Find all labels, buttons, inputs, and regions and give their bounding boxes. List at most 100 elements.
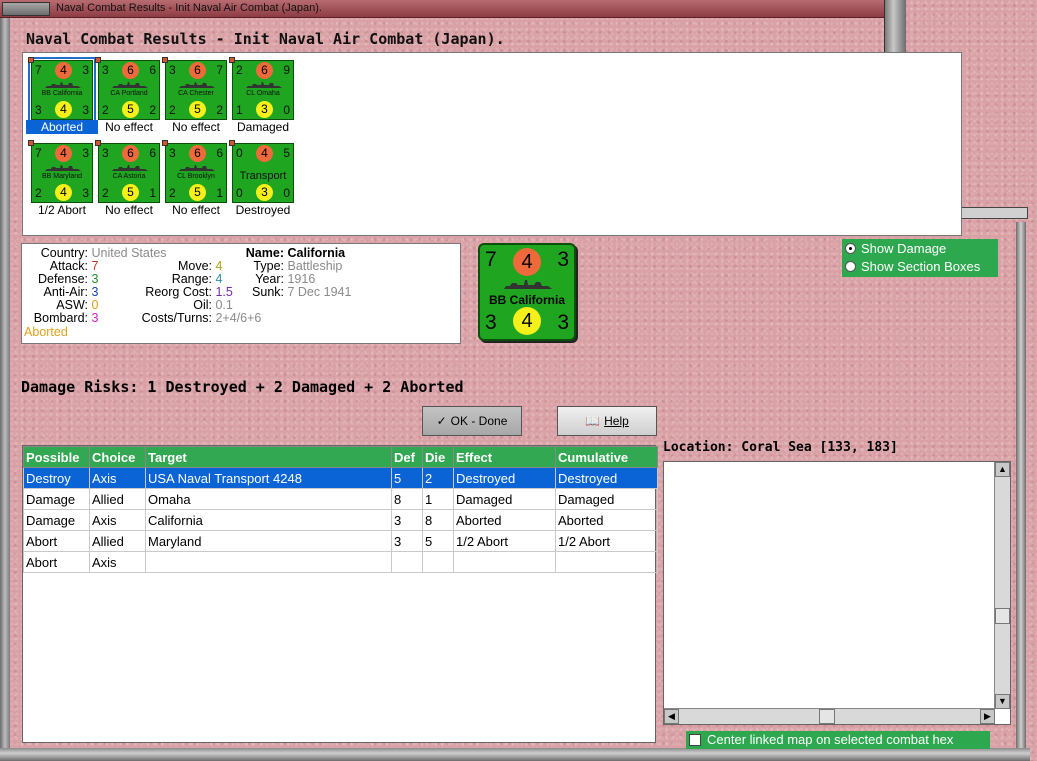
counter-marker [95,140,101,146]
counter-defense-circle: 6 [256,62,273,79]
show-section-boxes-label: Show Section Boxes [861,259,981,274]
table-row[interactable]: Abort Axis [23,551,658,573]
unit-counter[interactable]: 3 6 6 CA Portland 2 5 2 [95,57,160,120]
counter-marker [162,140,168,146]
unit-counter[interactable]: 7 4 3 BB Maryland 2 4 3 [28,140,93,203]
counter-defense-circle: 4 [513,248,541,276]
show-section-boxes-radio[interactable]: Show Section Boxes [845,259,980,274]
ok-done-button[interactable]: ✓ OK - Done [422,406,522,436]
counter-defense-circle: 4 [256,145,273,162]
counter-unit-name: BB California [41,90,83,97]
counter-antiair: 3 [82,63,89,77]
checkbox-icon [689,734,701,746]
unit-counter[interactable]: 3 6 7 CA Chester 2 5 2 [162,57,227,120]
center-linked-map-checkbox[interactable]: Center linked map on selected combat hex [686,731,990,749]
show-damage-radio[interactable]: Show Damage [845,241,946,256]
table-cell: 8 [391,488,423,510]
title-bar: Naval Combat Results - Init Naval Air Co… [0,0,884,18]
table-cell: Maryland [145,530,392,552]
counter-unit-name: BB California [488,293,565,307]
column-header[interactable]: Target [145,446,392,468]
empty-cell [24,636,658,657]
scroll-right-icon[interactable]: ▶ [980,709,995,724]
counter-marker [95,57,101,63]
sunk-value: 7 Dec 1941 [287,285,352,299]
counter-bombard: 3 [35,103,42,117]
counter-bombard: 2 [169,186,176,200]
window-title: Naval Combat Results - Init Naval Air Co… [56,2,322,14]
sunk-label: Sunk: [252,285,284,299]
table-cell [391,551,423,573]
counter-range: 1 [149,186,156,200]
table-cell: Destroyed [555,467,658,489]
table-row[interactable]: Damage Allied Omaha 8 1 Damaged Damaged [23,488,658,510]
ship-icon [112,165,148,171]
counter-range: 0 [283,103,290,117]
counter-bombard: 2 [102,186,109,200]
ship-icon [45,165,81,171]
counter-bombard: 2 [35,186,42,200]
table-cell: Aborted [453,509,556,531]
table-row[interactable]: Abort Allied Maryland 3 5 1/2 Abort 1/2 Abort [23,530,658,552]
column-header[interactable]: Effect [453,446,556,468]
help-button[interactable]: 📖 Help [557,406,657,436]
column-header[interactable]: Def [391,446,423,468]
vertical-scrollbar[interactable]: ▲ ▼ [994,462,1010,709]
empty-cell [24,699,658,720]
horizontal-scrollbar[interactable]: ◀ ▶ [664,708,995,724]
counter-result-label: 1/2 Abort [37,203,87,217]
counter-unit-name: Transport [239,170,287,182]
column-header[interactable]: Cumulative [555,446,658,468]
table-cell: 3 [391,509,423,531]
table-cell: Destroyed [453,467,556,489]
counter-marker [162,57,168,63]
horizontal-scroll-thumb[interactable] [819,709,835,724]
scroll-down-icon[interactable]: ▼ [995,694,1010,709]
oil-value: 0.1 [215,298,233,312]
table-cell [453,551,556,573]
ok-done-label: OK - Done [450,414,508,428]
ship-icon [179,82,215,88]
counter-defense-circle: 6 [122,145,139,162]
counter-defense-circle: 4 [55,145,72,162]
table-row[interactable]: Destroy Axis USA Naval Transport 4248 5 2 Des… [23,467,658,489]
table-row[interactable]: Damage Axis California 3 8 Aborted Aborted [23,509,658,531]
bombard-label: Bombard: [33,311,88,325]
display-options: Show Damage Show Section Boxes [842,239,998,277]
counter-bombard: 0 [236,186,243,200]
counter-antiair: 6 [149,63,156,77]
costs-value: 2+4/6+6 [215,311,262,325]
unit-counter[interactable]: 2 6 9 CL Omaha 1 3 0 [229,57,294,120]
column-header[interactable]: Choice [89,446,146,468]
system-menu-button[interactable] [2,2,50,16]
table-cell: Abort [23,530,90,552]
vertical-scroll-thumb[interactable] [995,608,1010,624]
counter-move-circle: 5 [122,184,139,201]
counter-antiair: 9 [283,63,290,77]
empty-cell [24,615,658,636]
unit-counter[interactable]: 0 4 5 Transport 0 3 0 [229,140,294,203]
column-header[interactable]: Possible [23,446,90,468]
unit-counter[interactable]: 3 6 6 CL Brooklyn 2 5 1 [162,140,227,203]
column-header[interactable]: Die [422,446,454,468]
counter-move-circle: 4 [513,307,541,335]
empty-cell [24,678,658,699]
counter-move-circle: 5 [189,184,206,201]
empty-cell [24,657,658,678]
counter-antiair: 3 [557,248,569,271]
location-map-panel[interactable]: ▲ ▼ ◀ ▶ [663,461,1011,725]
ship-icon [179,165,215,171]
empty-cell [24,720,658,741]
scroll-up-icon[interactable]: ▲ [995,462,1010,477]
counter-result-label: No effect [105,203,153,217]
unit-counter[interactable]: 7 4 3 BB California 3 4 3 [28,57,96,123]
unit-counter[interactable]: 3 6 6 CA Astoria 2 5 1 [95,140,160,203]
scroll-left-icon[interactable]: ◀ [664,709,679,724]
counter-unit-name: CA Portland [110,90,148,97]
counter-move-circle: 5 [122,101,139,118]
country-value: United States [91,246,167,260]
counter-defense-circle: 6 [189,62,206,79]
counter-range: 2 [149,103,156,117]
empty-row [24,720,658,741]
counter-result-label: No effect [172,120,220,134]
